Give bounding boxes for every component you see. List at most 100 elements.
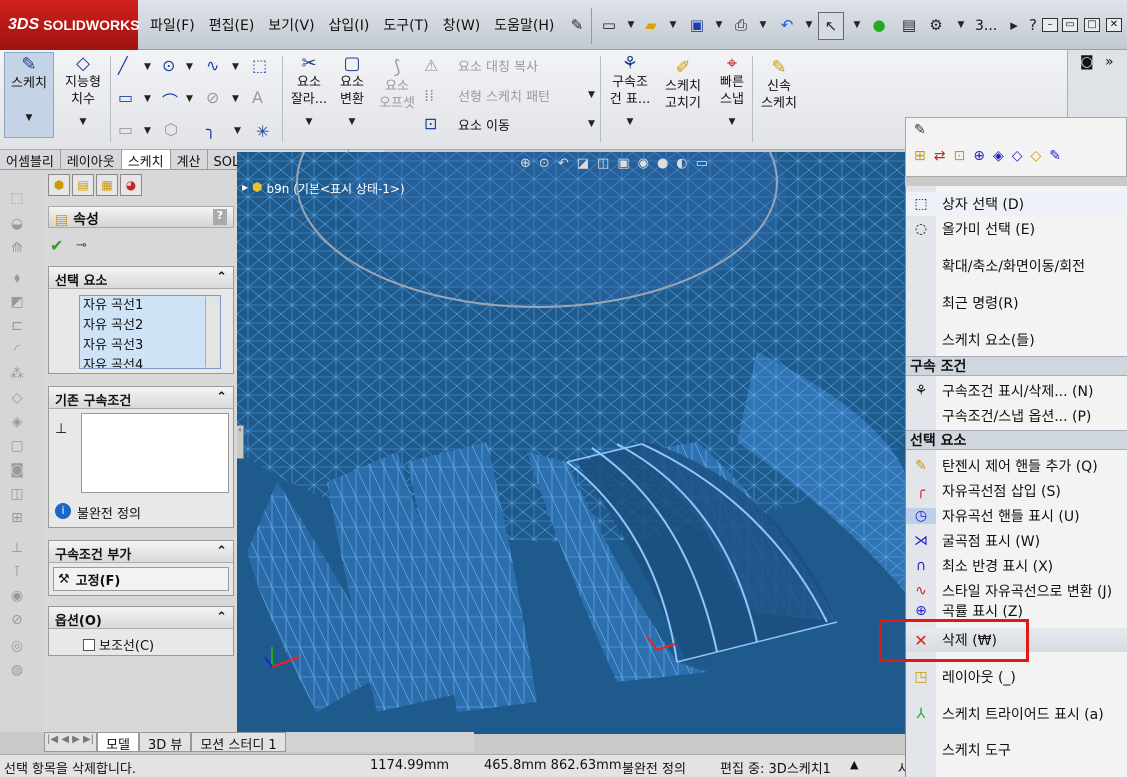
- menu-window[interactable]: 창(W): [443, 13, 481, 37]
- extrude-icon[interactable]: ⬚: [8, 190, 26, 206]
- construction-checkbox[interactable]: [83, 638, 95, 651]
- tab-model[interactable]: 모델: [97, 732, 139, 753]
- pin-icon[interactable]: ✎: [566, 14, 588, 36]
- offset-entities-button[interactable]: ⟆ 요소 오프셋: [374, 56, 420, 112]
- cut-icon[interactable]: ⊏: [8, 318, 26, 334]
- panel-collapse-handle[interactable]: ‹: [236, 425, 244, 459]
- selected-entities-header[interactable]: 선택 요소 ⌃: [49, 267, 233, 289]
- smart-dimension-button[interactable]: ◇ 지능형 치수 ▼: [58, 52, 108, 131]
- menu-item-show-spline-handles[interactable]: ◷ 자유곡선 핸들 표시 (U): [906, 504, 1127, 528]
- loft-icon[interactable]: ⬧: [8, 270, 26, 286]
- tab-layout[interactable]: 레이아웃: [61, 150, 122, 170]
- menu-item-add-tangency-handle[interactable]: ✎ 탄젠시 제어 핸들 추가 (Q): [906, 454, 1127, 478]
- rectangle-icon[interactable]: ▭: [118, 88, 133, 107]
- list-item[interactable]: 자유 곡선4: [83, 356, 220, 368]
- globe-icon[interactable]: ◍: [8, 662, 26, 678]
- surface-icon[interactable]: ⬚: [252, 56, 267, 75]
- sweep-icon[interactable]: ⟰: [8, 240, 26, 256]
- menu-item-insert-spline-point[interactable]: ╭ 자유곡선점 삽입 (S): [906, 479, 1127, 503]
- edit-sketch-icon[interactable]: ◇: [1031, 148, 1042, 164]
- menu-item-sketch-entities[interactable]: 스케치 요소(들): [906, 328, 1127, 352]
- chevron-down-icon[interactable]: ▼: [662, 14, 684, 36]
- view-orientation-icon[interactable]: ◫: [597, 156, 609, 171]
- move-entities-button[interactable]: 요소 이동: [458, 115, 510, 134]
- slot-icon[interactable]: ▭: [118, 120, 133, 139]
- ellipse-icon[interactable]: ⊘: [206, 88, 219, 107]
- menu-edit[interactable]: 편집(E): [209, 13, 255, 37]
- menu-item-display-relations[interactable]: ⚘ 구속조건 표시/삭제... (N): [906, 379, 1127, 403]
- existing-relations-list[interactable]: [81, 413, 229, 493]
- chevron-down-icon[interactable]: ▼: [234, 126, 241, 136]
- linear-pattern-button[interactable]: 선형 스케치 패턴: [458, 86, 550, 105]
- menu-item-show-sketch-triad[interactable]: ⅄ 스케치 트라이어드 표시 (a): [906, 702, 1127, 726]
- display-manager-tab-icon[interactable]: ◕: [120, 174, 142, 196]
- save-icon[interactable]: ▣: [686, 14, 708, 36]
- curves-icon[interactable]: ⊺: [8, 564, 26, 580]
- undo-icon[interactable]: ↶: [776, 14, 798, 36]
- tab-evaluate[interactable]: 계산: [171, 150, 208, 170]
- restore-button[interactable]: ▭: [1062, 18, 1078, 32]
- tab-scroll-arrows[interactable]: |◀ ◀ ▶ ▶|: [44, 732, 98, 752]
- rib-icon[interactable]: ◇: [8, 390, 26, 406]
- circle-icon[interactable]: ⊙: [162, 56, 175, 75]
- menu-item-show-inflection[interactable]: ⋊ 굴곡점 표시 (W): [906, 529, 1127, 553]
- boundary-icon[interactable]: ◩: [8, 294, 26, 310]
- graphics-area[interactable]: [237, 152, 905, 734]
- draft-icon[interactable]: ◈: [8, 414, 26, 430]
- minimize-button[interactable]: –: [1042, 18, 1058, 32]
- appearance-icon[interactable]: ●: [657, 156, 668, 171]
- intersect-icon[interactable]: ◫: [8, 486, 26, 502]
- display-pane-icon[interactable]: ▭: [696, 156, 708, 171]
- pushpin-icon[interactable]: ⊸: [76, 238, 87, 253]
- menu-item-recent-commands[interactable]: 최근 명령(R): [906, 291, 1127, 315]
- previous-view-icon[interactable]: ↶: [558, 156, 569, 171]
- menu-tools[interactable]: 도구(T): [383, 13, 428, 37]
- help-icon[interactable]: ?: [1022, 14, 1044, 36]
- zoom-selection-icon[interactable]: ⊕: [973, 148, 985, 164]
- menu-item-relations-options[interactable]: 구속조건/스냅 옵션... (P): [906, 404, 1127, 428]
- traffic-light-icon[interactable]: ●: [868, 14, 890, 36]
- units-icon[interactable]: ▲: [850, 758, 858, 771]
- tab-motion-study[interactable]: 모션 스터디 1: [191, 732, 286, 753]
- menu-item-show-curvature[interactable]: ⊕ 곡률 표시 (Z): [906, 602, 1127, 620]
- solidworks-logo[interactable]: 3DS SOLIDWORKS: [0, 0, 140, 50]
- convert-icon[interactable]: ⇄: [934, 148, 946, 164]
- menu-item-lasso-select[interactable]: ◌ 올가미 선택 (E): [906, 217, 1127, 241]
- mirror-feature-icon[interactable]: ⊞: [8, 510, 26, 526]
- menu-item-convert-style-spline[interactable]: ∿ 스타일 자유곡선으로 변환 (J): [906, 579, 1127, 603]
- chevron-down-icon[interactable]: ▼: [798, 14, 820, 36]
- chevron-down-icon[interactable]: ▼: [186, 94, 193, 104]
- menu-help[interactable]: 도움말(H): [494, 13, 554, 37]
- scene-icon[interactable]: ◐: [676, 156, 687, 171]
- print-icon[interactable]: ⎙: [730, 14, 752, 36]
- arc-icon[interactable]: ⌒: [162, 88, 178, 112]
- chevron-down-icon[interactable]: ▼: [846, 14, 868, 36]
- display-relations-button[interactable]: ⚘ 구속조 건 표... ▼: [604, 52, 656, 131]
- fillet-icon[interactable]: ╮: [206, 120, 216, 139]
- sketch-button[interactable]: ✎ 스케치 ▼: [4, 52, 54, 138]
- dimension-icon[interactable]: ◇: [1012, 148, 1023, 164]
- menu-item-zoom-pan-rotate[interactable]: 확대/축소/화면이동/회전: [906, 254, 1127, 278]
- camera-icon[interactable]: ◙: [1080, 54, 1094, 70]
- list-item[interactable]: 자유 곡선3: [83, 336, 220, 356]
- close-button[interactable]: ✕: [1106, 18, 1122, 32]
- sketch-plane-icon[interactable]: ⊡: [953, 148, 965, 164]
- dimxpert-icon[interactable]: ⊘: [8, 612, 26, 628]
- menu-item-show-min-radius[interactable]: ∩ 최소 반경 표시 (X): [906, 554, 1127, 578]
- chevron-down-icon[interactable]: ▼: [588, 119, 595, 129]
- fillet-feature-icon[interactable]: ◜: [8, 342, 26, 358]
- repair-sketch-icon[interactable]: ✎: [914, 122, 926, 138]
- maximize-button[interactable]: □: [1084, 18, 1100, 32]
- line-icon[interactable]: ╱: [118, 56, 128, 75]
- polygon-icon[interactable]: ⬡: [164, 120, 178, 139]
- chevron-down-icon[interactable]: ▼: [588, 90, 595, 100]
- menu-view[interactable]: 보기(V): [268, 13, 314, 37]
- selected-entities-list[interactable]: 자유 곡선1 자유 곡선2 자유 곡선3 자유 곡선4: [79, 295, 221, 369]
- text-icon[interactable]: A: [252, 88, 263, 107]
- display-style-icon[interactable]: ▣: [617, 156, 629, 171]
- feature-tree-flyout[interactable]: ▸ ⬢ b9n (기본<표시 상태-1>): [242, 180, 405, 197]
- normal-to-icon[interactable]: ◈: [993, 148, 1004, 164]
- relation-add-icon[interactable]: ⊞: [914, 148, 926, 164]
- section-view-icon[interactable]: ◪: [577, 156, 589, 171]
- tab-assembly[interactable]: 어셈블리: [0, 150, 61, 170]
